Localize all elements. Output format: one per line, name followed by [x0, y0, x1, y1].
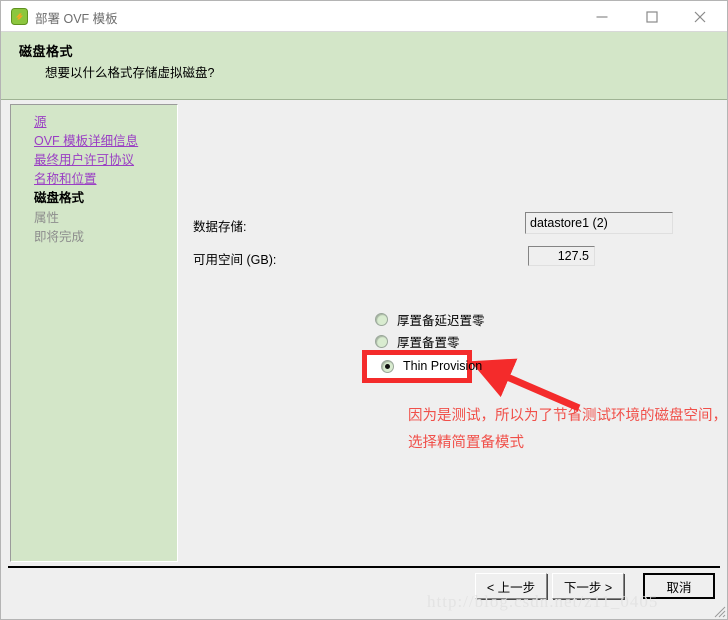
- minimize-button[interactable]: [579, 2, 625, 31]
- radio-thin-provision[interactable]: Thin Provision: [381, 357, 482, 375]
- deploy-ovf-dialog: 部署 OVF 模板 磁盘格式 想要以什么格式存储虚拟磁盘? 源 OVF 模板详细…: [0, 0, 728, 620]
- wizard-header: 磁盘格式 想要以什么格式存储虚拟磁盘?: [1, 32, 727, 100]
- page-subtitle: 想要以什么格式存储虚拟磁盘?: [45, 66, 215, 80]
- sidebar-item-name-location[interactable]: 名称和位置: [34, 172, 97, 186]
- page-title: 磁盘格式: [19, 44, 74, 59]
- sidebar-item-ovf-details[interactable]: OVF 模板详细信息: [34, 134, 138, 148]
- radio-button-icon: [375, 312, 388, 326]
- ovf-app-icon: [11, 8, 28, 25]
- annotation-text-line-2: 选择精简置备模式: [408, 435, 524, 451]
- free-space-value: 127.5: [528, 246, 595, 266]
- maximize-icon: [646, 10, 658, 23]
- watermark-text: http://blog.csdn.net/z11_0405: [427, 592, 659, 611]
- close-button[interactable]: [677, 2, 723, 31]
- title-bar: 部署 OVF 模板: [1, 1, 727, 32]
- radio-thick-eager-zeroed[interactable]: 厚置备置零: [375, 332, 460, 350]
- sidebar-item-disk-format[interactable]: 磁盘格式: [34, 191, 84, 205]
- radio-button-selected-icon: [381, 359, 394, 373]
- window-title: 部署 OVF 模板: [35, 12, 118, 26]
- minimize-icon: [596, 15, 608, 18]
- close-icon: [694, 11, 706, 22]
- datastore-value[interactable]: datastore1 (2): [525, 212, 673, 234]
- wizard-step-list: 源 OVF 模板详细信息 最终用户许可协议 名称和位置 磁盘格式 属性 即将完成: [10, 104, 178, 562]
- free-space-label: 可用空间 (GB):: [193, 253, 277, 267]
- maximize-button[interactable]: [629, 2, 675, 31]
- radio-label: 厚置备置零: [397, 335, 460, 350]
- radio-thick-lazy-zeroed[interactable]: 厚置备延迟置零: [375, 310, 485, 328]
- radio-label: Thin Provision: [403, 359, 483, 373]
- sidebar-item-eula[interactable]: 最终用户许可协议: [34, 153, 134, 167]
- sidebar-item-source[interactable]: 源: [34, 115, 47, 129]
- sidebar-item-properties: 属性: [34, 211, 60, 225]
- resize-grip-icon[interactable]: [712, 604, 726, 618]
- radio-button-icon: [375, 334, 388, 348]
- datastore-label: 数据存储:: [193, 220, 247, 234]
- sidebar-item-ready: 即将完成: [34, 230, 85, 244]
- main-content: 数据存储: datastore1 (2) 可用空间 (GB): 127.5 厚置…: [179, 101, 728, 562]
- radio-label: 厚置备延迟置零: [397, 313, 485, 328]
